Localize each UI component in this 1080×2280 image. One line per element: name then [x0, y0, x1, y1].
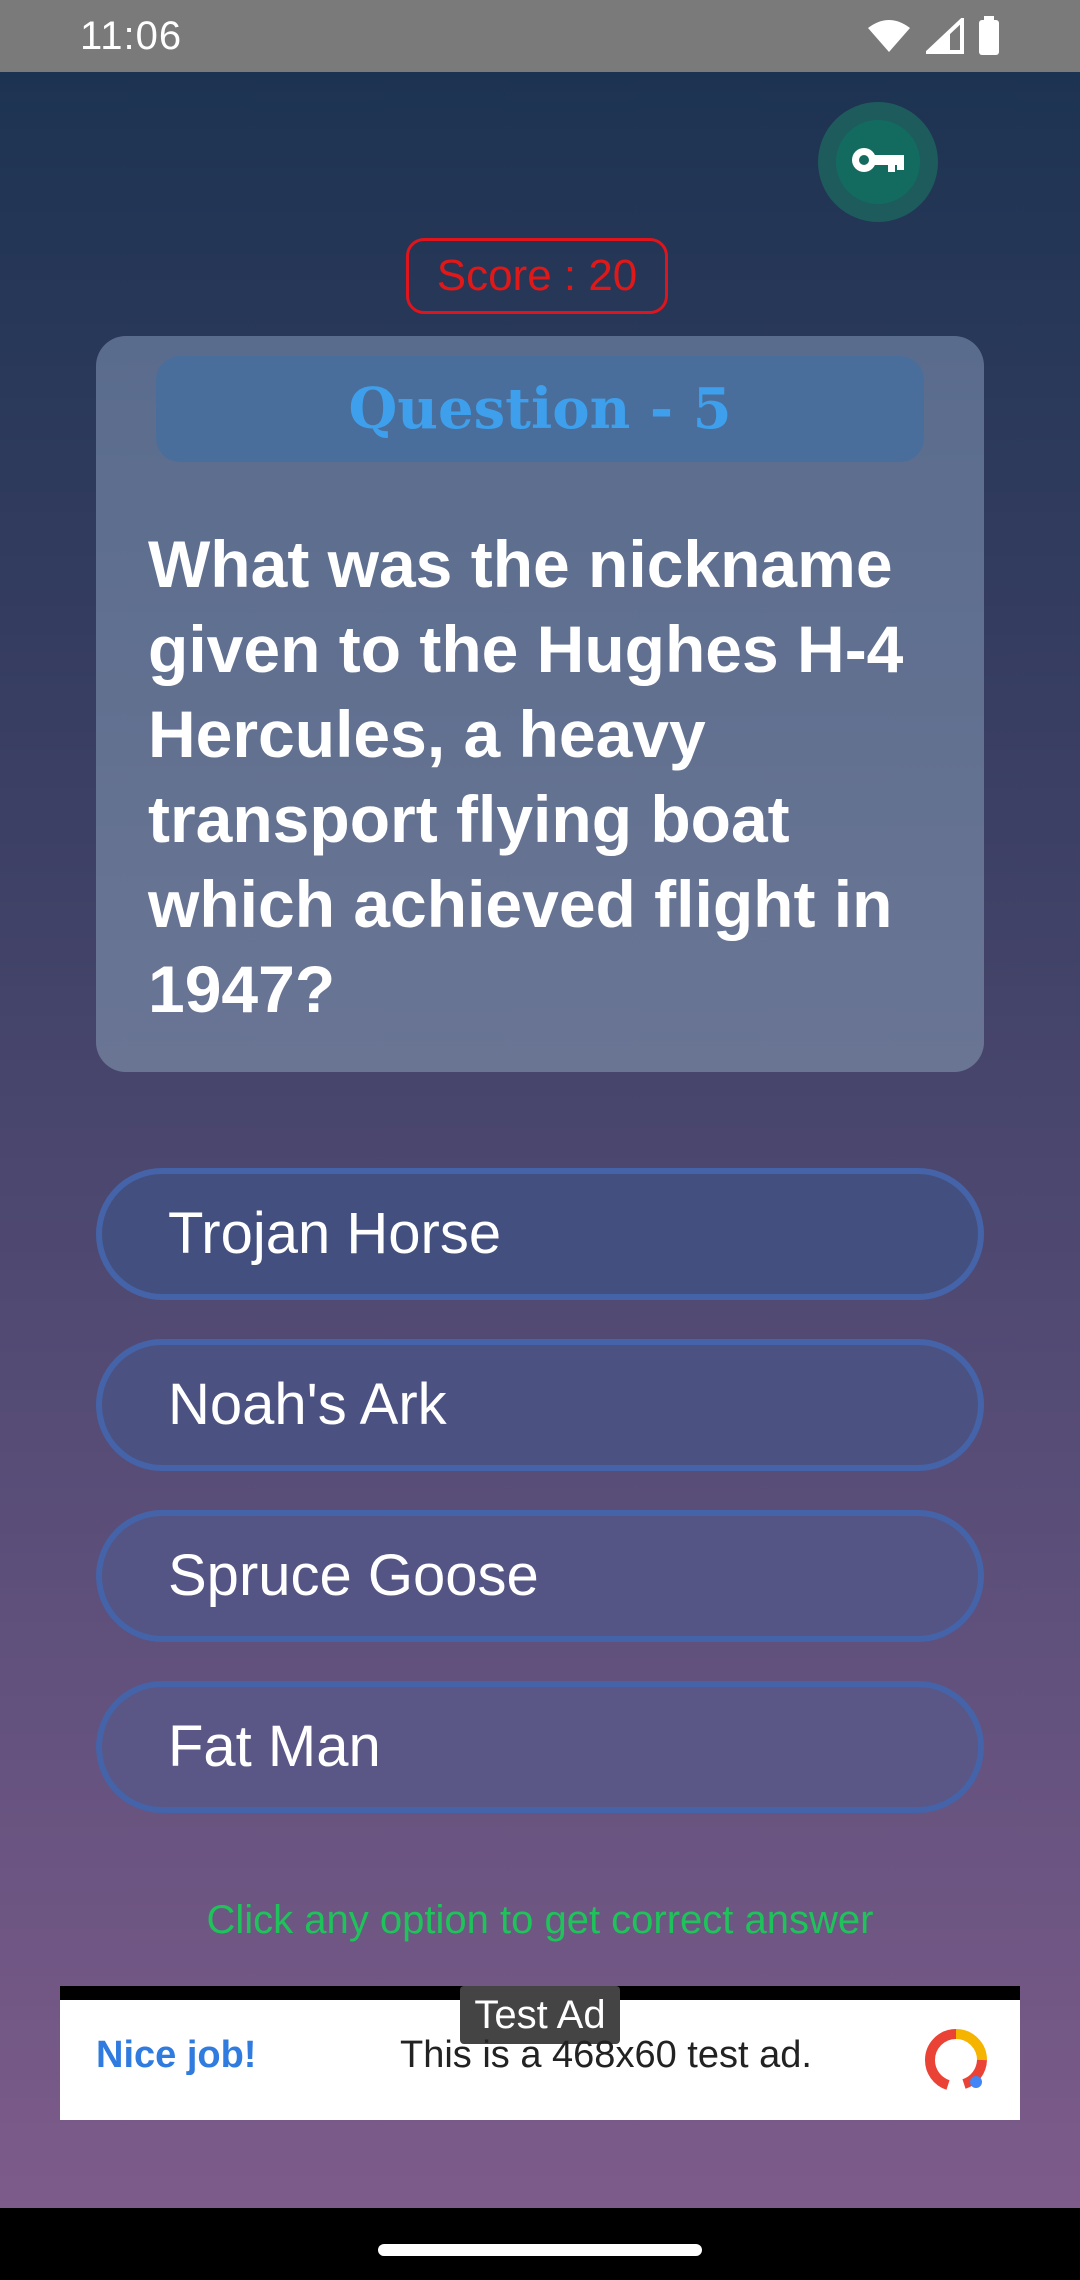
answer-option-2[interactable]: Noah's Ark [96, 1339, 984, 1471]
question-text: What was the nickname given to the Hughe… [148, 527, 904, 1026]
status-bar: 11:06 [0, 0, 1080, 72]
answer-option-4[interactable]: Fat Man [96, 1681, 984, 1813]
key-button[interactable] [818, 102, 938, 222]
ad-body[interactable]: This is a 468x60 test ad. [400, 2034, 812, 2077]
hint-text: Click any option to get correct answer [206, 1898, 874, 1942]
home-gesture-handle[interactable] [378, 2244, 702, 2256]
ad-headline[interactable]: Nice job! [96, 2034, 256, 2077]
score-badge: Score : 20 [406, 238, 668, 314]
navigation-bar [0, 2208, 1080, 2280]
status-icons [866, 16, 1000, 56]
wifi-icon [866, 18, 912, 54]
answer-option-1[interactable]: Trojan Horse [96, 1168, 984, 1300]
signal-icon [926, 18, 964, 54]
battery-icon [978, 16, 1000, 56]
key-icon [850, 144, 906, 181]
question-card: Question - 5 What was the nickname given… [96, 336, 984, 1072]
quiz-screen: Score : 20 Question - 5 What was the nic… [0, 72, 1080, 2208]
answer-option-3[interactable]: Spruce Goose [96, 1510, 984, 1642]
question-title: Question - 5 [156, 356, 924, 462]
status-time: 11:06 [80, 14, 183, 58]
ad-banner[interactable]: Test Ad Nice job! This is a 468x60 test … [60, 1986, 1020, 2120]
key-button-inner[interactable] [836, 120, 920, 204]
ad-logo-icon [924, 2028, 988, 2097]
